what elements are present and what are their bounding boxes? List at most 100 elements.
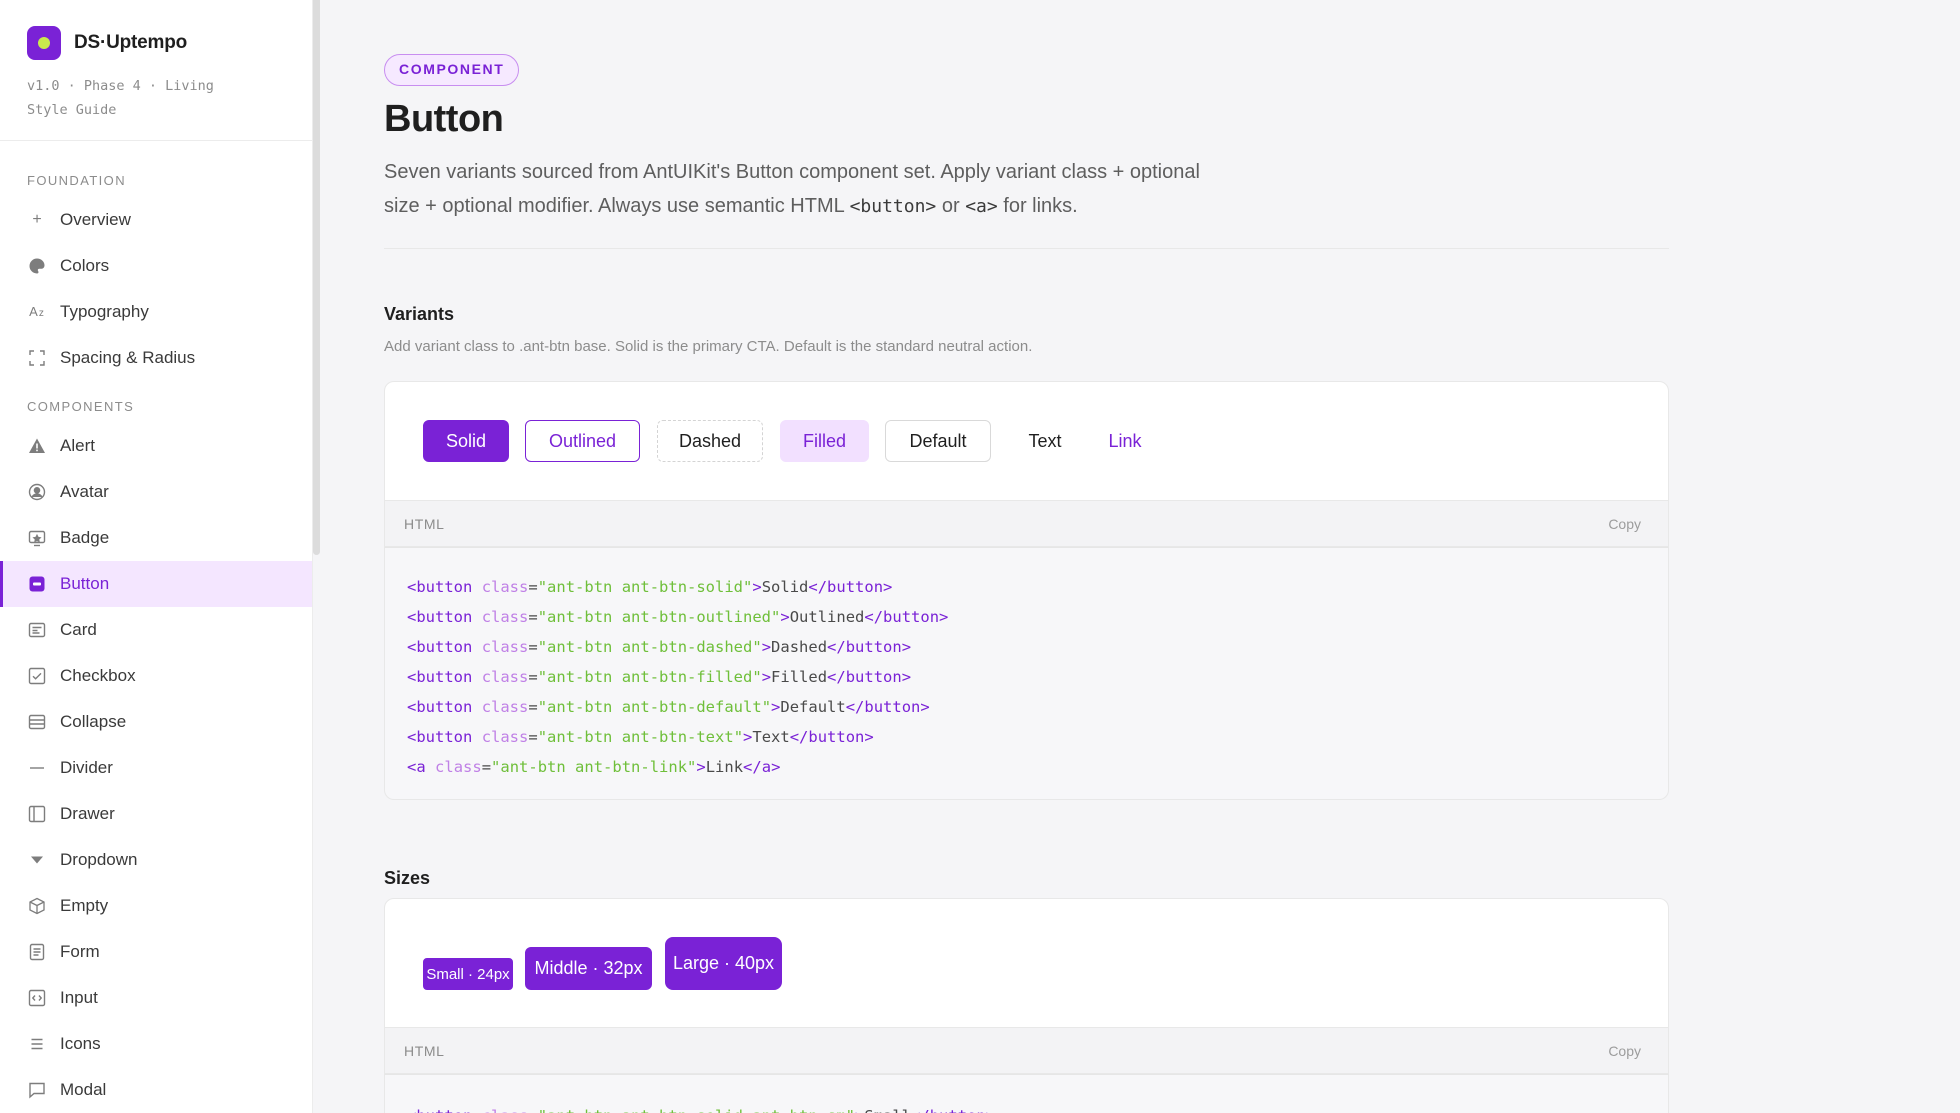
code-tag: <: [407, 758, 417, 776]
modal-icon: [27, 1080, 47, 1100]
sidebar-item-button[interactable]: Button: [0, 561, 312, 607]
code-tag: >: [780, 608, 790, 626]
code-string: ant-btn ant-btn-outlined: [547, 608, 772, 626]
code-string: ": [771, 608, 781, 626]
large-button[interactable]: Large · 40px: [665, 937, 782, 990]
outlined-button[interactable]: Outlined: [525, 420, 640, 462]
code-string: ": [537, 638, 548, 656]
code-tag: button: [827, 578, 884, 596]
code-tag: <: [407, 608, 417, 626]
sidebar-item-input[interactable]: Input: [0, 975, 312, 1021]
sidebar-item-divider[interactable]: Divider: [0, 745, 312, 791]
sidebar-item-label: Alert: [60, 436, 95, 455]
button-icon: [27, 574, 47, 594]
code-tag: button: [416, 728, 473, 746]
code-text: Outlined: [789, 608, 865, 626]
sidebar-item-colors[interactable]: Colors: [0, 243, 312, 289]
code-attr: class: [481, 578, 529, 596]
code-text: Text: [752, 728, 790, 746]
code-string: ant-btn ant-btn-text: [547, 728, 734, 746]
code-tag: >: [855, 1107, 864, 1113]
text-button[interactable]: Text: [1007, 420, 1083, 462]
sidebar-item-dropdown[interactable]: Dropdown: [0, 837, 312, 883]
code-tag: button: [864, 698, 921, 716]
sidebar-item-typography[interactable]: Az Typography: [0, 289, 312, 335]
sidebar-item-drawer[interactable]: Drawer: [0, 791, 312, 837]
code-tag: >: [771, 698, 781, 716]
link-button[interactable]: Link: [1095, 420, 1155, 462]
sidebar-item-form[interactable]: Form: [0, 929, 312, 975]
sidebar-item-collapse[interactable]: Collapse: [0, 699, 312, 745]
page-lead: Seven variants sourced from AntUIKit's B…: [384, 155, 1244, 224]
code-tag: a: [761, 758, 772, 776]
sidebar-item-label: Empty: [60, 896, 109, 915]
solid-button[interactable]: Solid: [423, 420, 509, 462]
code-attr: class: [481, 608, 529, 626]
sidebar-item-spacing-radius[interactable]: Spacing & Radius: [0, 335, 312, 381]
sidebar-item-checkbox[interactable]: Checkbox: [0, 653, 312, 699]
sidebar-item-icons[interactable]: Icons: [0, 1021, 312, 1067]
copy-button[interactable]: Copy: [1608, 516, 1641, 532]
code-tag: button: [845, 668, 902, 686]
sidebar-item-alert[interactable]: Alert: [0, 423, 312, 469]
code-tag: >: [864, 728, 874, 746]
sidebar-item-overview[interactable]: + Overview: [0, 197, 312, 243]
sidebar-item-modal[interactable]: Modal: [0, 1067, 312, 1113]
code-line: <button class="ant-btn ant-btn-dashed">D…: [407, 638, 912, 656]
code-tag: </: [808, 578, 828, 596]
sidebar-item-badge[interactable]: Badge: [0, 515, 312, 561]
variants-description: Add variant class to .ant-btn base. Soli…: [384, 338, 1033, 355]
copy-button[interactable]: Copy: [1608, 1043, 1641, 1059]
variants-code-block: <button class="ant-btn ant-btn-solid">So…: [384, 547, 1669, 800]
code-tag: >: [986, 1107, 995, 1113]
code-line: <button class="ant-btn ant-btn-outlined"…: [407, 608, 949, 626]
sidebar-scrollbar[interactable]: [313, 0, 320, 555]
dashed-button[interactable]: Dashed: [657, 420, 763, 462]
palette-icon: [27, 256, 47, 276]
code-tag: <: [407, 728, 417, 746]
lead-code-a: <a>: [965, 196, 998, 217]
sidebar-item-avatar[interactable]: Avatar: [0, 469, 312, 515]
code-tag: button: [416, 668, 473, 686]
small-button[interactable]: Small · 24px: [423, 958, 513, 990]
plus-icon: +: [32, 211, 42, 228]
sidebar-item-empty[interactable]: Empty: [0, 883, 312, 929]
sizes-code-header: HTML Copy: [384, 1028, 1669, 1074]
code-text: Solid: [761, 578, 809, 596]
code-tag: <: [407, 578, 417, 596]
page-title: Button: [384, 98, 504, 140]
variants-code-header: HTML Copy: [384, 501, 1669, 547]
code-tag: >: [696, 758, 706, 776]
code-tag: button: [416, 608, 473, 626]
form-icon: [27, 942, 47, 962]
code-line: <button class="ant-btn ant-btn-filled">F…: [407, 668, 912, 686]
code-string: ant-btn ant-btn-default: [547, 698, 762, 716]
code-text: Dashed: [771, 638, 828, 656]
code-tag: </: [789, 728, 809, 746]
code-tag: button: [883, 608, 940, 626]
filled-button[interactable]: Filled: [780, 420, 869, 462]
code-string: ant-btn ant-btn-solid ant-btn-sm: [547, 1107, 846, 1113]
caret-down-icon: [27, 850, 47, 870]
code-tag: >: [771, 758, 781, 776]
code-string: ": [537, 608, 548, 626]
drawer-icon: [27, 804, 47, 824]
code-tag: <: [407, 668, 417, 686]
sizes-code-block: <button class="ant-btn ant-btn-solid ant…: [384, 1074, 1669, 1113]
code-string: ": [538, 1107, 547, 1113]
code-text: Filled: [771, 668, 828, 686]
middle-button[interactable]: Middle · 32px: [525, 947, 652, 990]
code-string: ": [846, 1107, 855, 1113]
sidebar-item-label: Colors: [60, 256, 110, 275]
sizes-demo: Small · 24px Middle · 32px Large · 40px: [384, 898, 1669, 1028]
default-button[interactable]: Default: [885, 420, 991, 462]
sidebar: DS·Uptempo v1.0 · Phase 4 · Living Style…: [0, 0, 313, 1113]
code-tag: button: [416, 638, 473, 656]
code-tag: >: [752, 578, 762, 596]
code-line: <button class="ant-btn ant-btn-default">…: [407, 698, 930, 716]
sidebar-item-card[interactable]: Card: [0, 607, 312, 653]
card-icon: [27, 620, 47, 640]
sidebar-item-label: Collapse: [60, 712, 127, 731]
brand-name: DS·Uptempo: [74, 32, 188, 53]
brand-header: DS·Uptempo v1.0 · Phase 4 · Living Style…: [0, 0, 312, 141]
